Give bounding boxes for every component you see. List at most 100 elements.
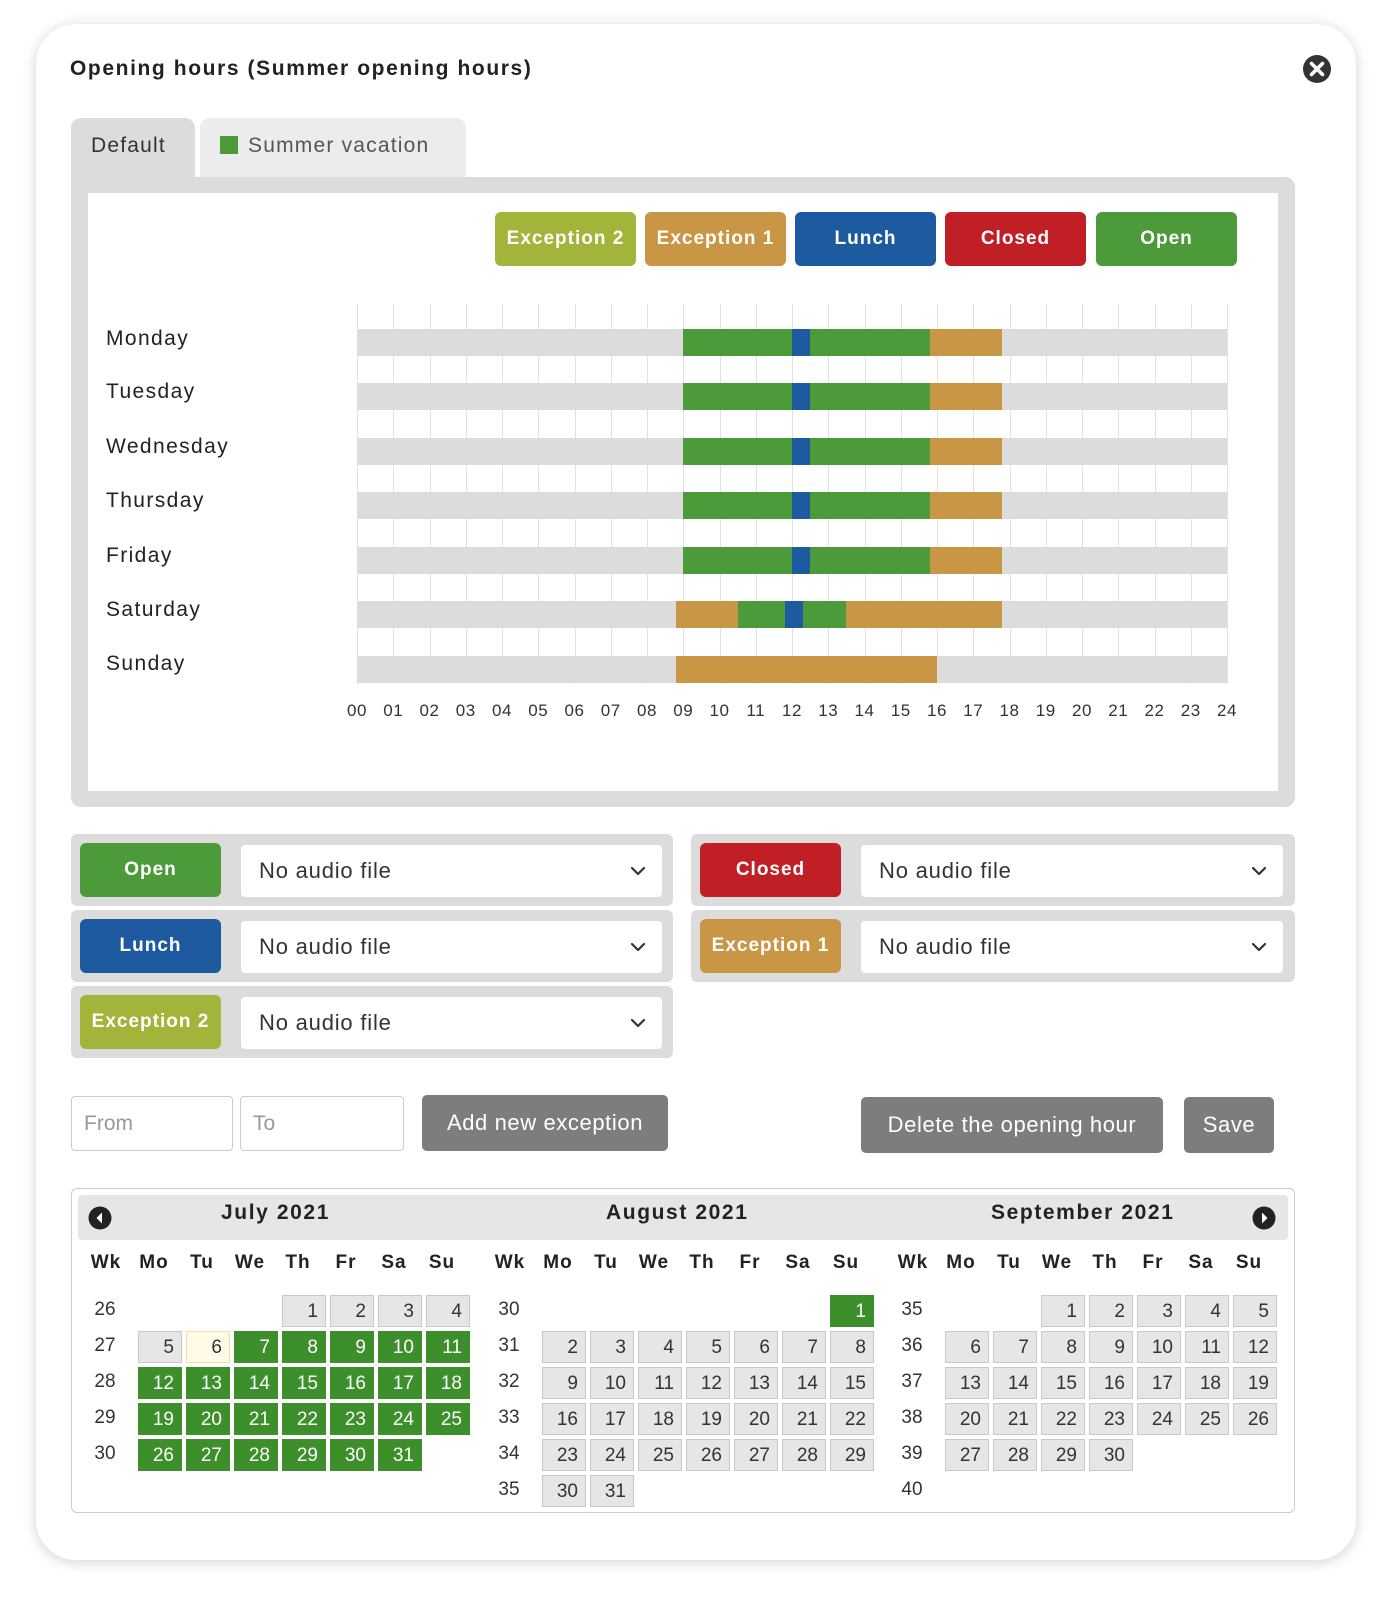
day-track-thursday[interactable] [357,492,1227,519]
calendar-day[interactable]: 18 [426,1367,470,1399]
to-date-input[interactable]: To [240,1096,404,1151]
save-button[interactable]: Save [1184,1097,1274,1153]
calendar-day[interactable]: 7 [234,1331,278,1363]
chevron-left-circle-icon[interactable] [88,1206,112,1230]
calendar-day[interactable]: 14 [782,1367,826,1399]
calendar-day[interactable]: 2 [1089,1295,1133,1327]
calendar-day[interactable]: 26 [138,1439,182,1471]
calendar-day[interactable]: 11 [1185,1331,1229,1363]
delete-opening-hour-button[interactable]: Delete the opening hour [861,1097,1163,1153]
calendar-day[interactable]: 18 [1185,1367,1229,1399]
schedule-grid[interactable] [357,304,1228,684]
open-segment[interactable] [683,329,792,356]
audio-file-select[interactable]: No audio file [241,997,662,1049]
audio-file-select[interactable]: No audio file [241,845,662,897]
calendar-day[interactable]: 5 [138,1331,182,1363]
calendar-day[interactable]: 27 [945,1439,989,1471]
exception1-segment[interactable] [929,438,1003,465]
calendar-day[interactable]: 9 [330,1331,374,1363]
calendar-day[interactable]: 22 [830,1403,874,1435]
calendar-day[interactable]: 19 [1233,1367,1277,1399]
open-segment[interactable] [683,438,792,465]
calendar-day[interactable]: 13 [186,1367,230,1399]
calendar-day[interactable]: 29 [282,1439,326,1471]
open-segment[interactable] [810,492,930,519]
calendar-day[interactable]: 9 [1089,1331,1133,1363]
calendar-day[interactable]: 12 [138,1367,182,1399]
calendar-day[interactable]: 7 [993,1331,1037,1363]
calendar-day[interactable]: 24 [590,1439,634,1471]
open-segment[interactable] [683,492,792,519]
calendar-day[interactable]: 16 [542,1403,586,1435]
calendar-day[interactable]: 4 [426,1295,470,1327]
calendar-day[interactable]: 26 [686,1439,730,1471]
calendar-day[interactable]: 25 [1185,1403,1229,1435]
calendar-day[interactable]: 29 [1041,1439,1085,1471]
calendar-day[interactable]: 1 [282,1295,326,1327]
calendar-day[interactable]: 11 [426,1331,470,1363]
calendar-day[interactable]: 13 [734,1367,778,1399]
calendar-day[interactable]: 19 [138,1403,182,1435]
calendar-day[interactable]: 17 [590,1403,634,1435]
calendar-day[interactable]: 1 [830,1295,874,1327]
calendar-day[interactable]: 9 [542,1367,586,1399]
calendar-day[interactable]: 23 [542,1439,586,1471]
lunch-segment[interactable] [784,601,803,628]
calendar-day[interactable]: 27 [734,1439,778,1471]
calendar-day[interactable]: 23 [1089,1403,1133,1435]
exception1-segment[interactable] [846,601,1003,628]
calendar-day[interactable]: 13 [945,1367,989,1399]
open-segment[interactable] [810,438,930,465]
open-segment[interactable] [810,329,930,356]
open-segment[interactable] [683,383,792,410]
legend-exception-2-button[interactable]: Exception 2 [495,212,636,266]
calendar-day[interactable]: 20 [186,1403,230,1435]
calendar-day[interactable]: 25 [638,1439,682,1471]
calendar-day[interactable]: 5 [1233,1295,1277,1327]
calendar-day[interactable]: 22 [282,1403,326,1435]
calendar-day[interactable]: 8 [282,1331,326,1363]
day-track-monday[interactable] [357,329,1227,356]
calendar-day[interactable]: 6 [945,1331,989,1363]
day-track-sunday[interactable] [357,656,1227,683]
calendar-day[interactable]: 30 [1089,1439,1133,1471]
calendar-day[interactable]: 24 [1137,1403,1181,1435]
calendar-day[interactable]: 3 [1137,1295,1181,1327]
audio-file-select[interactable]: No audio file [861,845,1283,897]
from-date-input[interactable]: From [71,1096,233,1151]
calendar-day[interactable]: 3 [590,1331,634,1363]
calendar-day[interactable]: 12 [686,1367,730,1399]
exception1-segment[interactable] [929,547,1003,574]
tab-summer-vacation[interactable]: Summer vacation [200,118,466,178]
calendar-day[interactable]: 6 [734,1331,778,1363]
calendar-day[interactable]: 27 [186,1439,230,1471]
open-segment[interactable] [683,547,792,574]
calendar-day[interactable]: 6 [186,1331,230,1363]
calendar-day[interactable]: 16 [1089,1367,1133,1399]
lunch-segment[interactable] [792,329,811,356]
calendar-day[interactable]: 3 [378,1295,422,1327]
calendar-day[interactable]: 12 [1233,1331,1277,1363]
calendar-day[interactable]: 20 [734,1403,778,1435]
calendar-day[interactable]: 2 [542,1331,586,1363]
calendar-day[interactable]: 28 [993,1439,1037,1471]
calendar-day[interactable]: 20 [945,1403,989,1435]
calendar-day[interactable]: 19 [686,1403,730,1435]
calendar-day[interactable]: 31 [590,1475,634,1507]
calendar-day[interactable]: 10 [590,1367,634,1399]
open-segment[interactable] [737,601,785,628]
calendar-day[interactable]: 4 [638,1331,682,1363]
exception1-segment[interactable] [929,492,1003,519]
lunch-segment[interactable] [792,547,811,574]
audio-file-select[interactable]: No audio file [861,921,1283,973]
calendar-day[interactable]: 11 [638,1367,682,1399]
calendar-day[interactable]: 30 [330,1439,374,1471]
calendar-day[interactable]: 18 [638,1403,682,1435]
calendar-day[interactable]: 28 [782,1439,826,1471]
calendar-day[interactable]: 10 [1137,1331,1181,1363]
chevron-right-circle-icon[interactable] [1252,1206,1276,1230]
lunch-segment[interactable] [792,438,811,465]
calendar-day[interactable]: 15 [830,1367,874,1399]
calendar-day[interactable]: 16 [330,1367,374,1399]
open-segment[interactable] [802,601,847,628]
